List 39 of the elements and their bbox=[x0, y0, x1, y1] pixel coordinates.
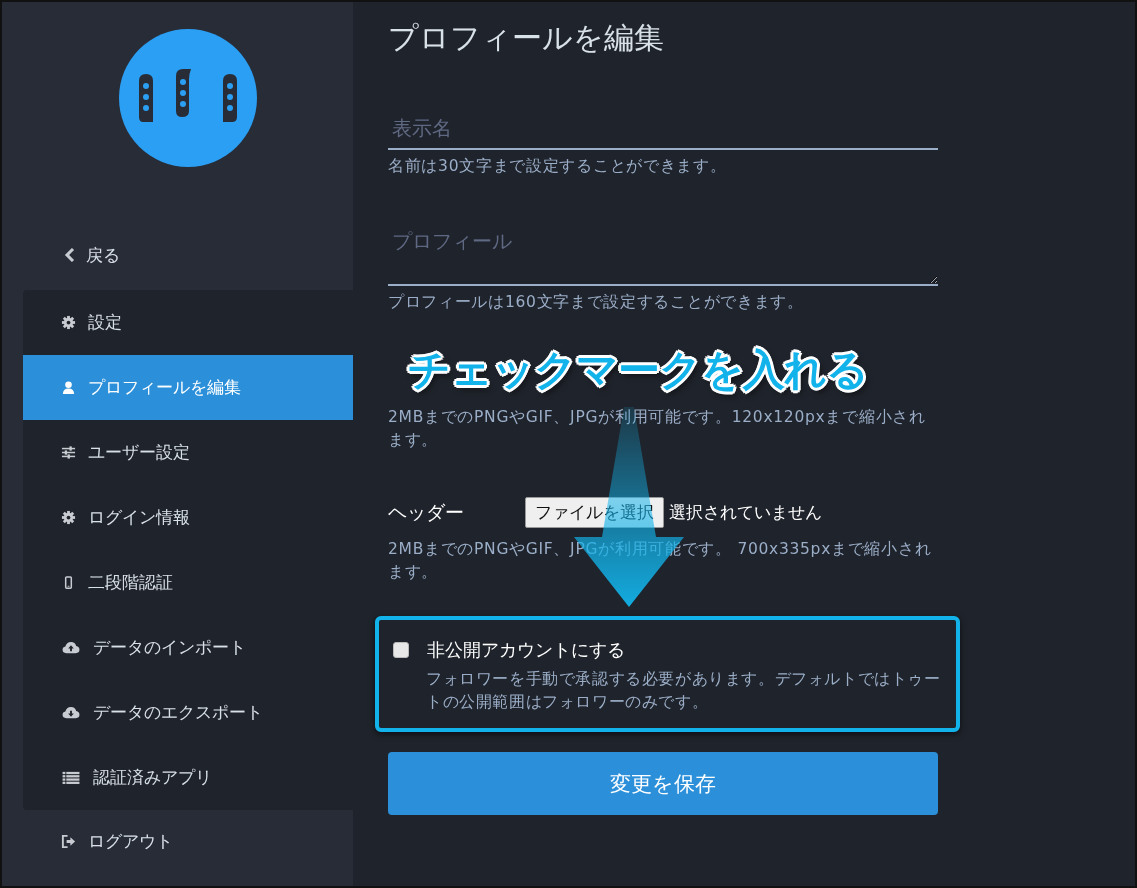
sidebar-item-label: データのインポート bbox=[93, 636, 246, 659]
file-status: 選択されていません bbox=[669, 501, 822, 524]
cloud-download-icon bbox=[61, 705, 81, 720]
checkbox-hint: フォロワーを手動で承認する必要があります。デフォルトではトゥートの公開範囲はフォロワーのみです。 bbox=[426, 669, 942, 713]
user-icon bbox=[61, 380, 76, 395]
chevron-left-icon bbox=[64, 248, 76, 262]
sidebar-item[interactable]: ユーザー設定 bbox=[23, 420, 353, 485]
sidebar-item-label: ログイン情報 bbox=[88, 506, 190, 529]
sidebar-item-label: プロフィールを編集 bbox=[88, 376, 241, 399]
sidebar-item[interactable]: ログイン情報 bbox=[23, 485, 353, 550]
upload-label: ヘッダー bbox=[388, 499, 465, 525]
sidebar-item-label: 認証済みアプリ bbox=[93, 766, 212, 789]
logo-icon bbox=[119, 29, 257, 167]
sign-out-icon bbox=[61, 833, 76, 849]
cloud-upload-icon bbox=[61, 640, 81, 655]
checkbox-label: 非公開アカウントにする bbox=[427, 638, 625, 662]
annotation-text: チェックマークを入れる bbox=[408, 344, 868, 396]
sidebar-item[interactable]: 認証済みアプリ bbox=[23, 745, 353, 810]
gear-icon bbox=[61, 315, 76, 330]
sidebar-item[interactable]: データのエクスポート bbox=[23, 680, 353, 745]
back-link[interactable]: 戻る bbox=[64, 239, 353, 271]
logout-link[interactable]: ログアウト bbox=[88, 829, 173, 853]
sidebar-item-label: 設定 bbox=[88, 311, 122, 334]
sidebar-item[interactable]: 二段階認証 bbox=[23, 550, 353, 615]
sidebar-item-label: データのエクスポート bbox=[93, 701, 263, 724]
field-hint: プロフィールは160文字まで設定することができます。 bbox=[388, 292, 805, 313]
gear-icon bbox=[61, 510, 76, 525]
field-hint: 名前は30文字まで設定することができます。 bbox=[388, 156, 728, 177]
profile-field[interactable]: プロフィール bbox=[388, 214, 938, 286]
sidebar-item-label: 二段階認証 bbox=[88, 571, 173, 594]
page-title: プロフィールを編集 bbox=[388, 19, 665, 57]
sidebar-item-label: ユーザー設定 bbox=[88, 441, 190, 464]
checkbox[interactable] bbox=[393, 642, 409, 658]
display-name-field[interactable]: 表示名 bbox=[388, 110, 938, 150]
field-hint: 2MBまでのPNGやGIF、JPGが利用可能です。120x120pxまで縮小されます。 bbox=[388, 407, 927, 451]
sidebar-item[interactable]: 設定 bbox=[23, 290, 353, 355]
sidebar-item[interactable]: データのインポート bbox=[23, 615, 353, 680]
list-icon bbox=[61, 770, 81, 785]
sliders-icon bbox=[61, 445, 76, 460]
